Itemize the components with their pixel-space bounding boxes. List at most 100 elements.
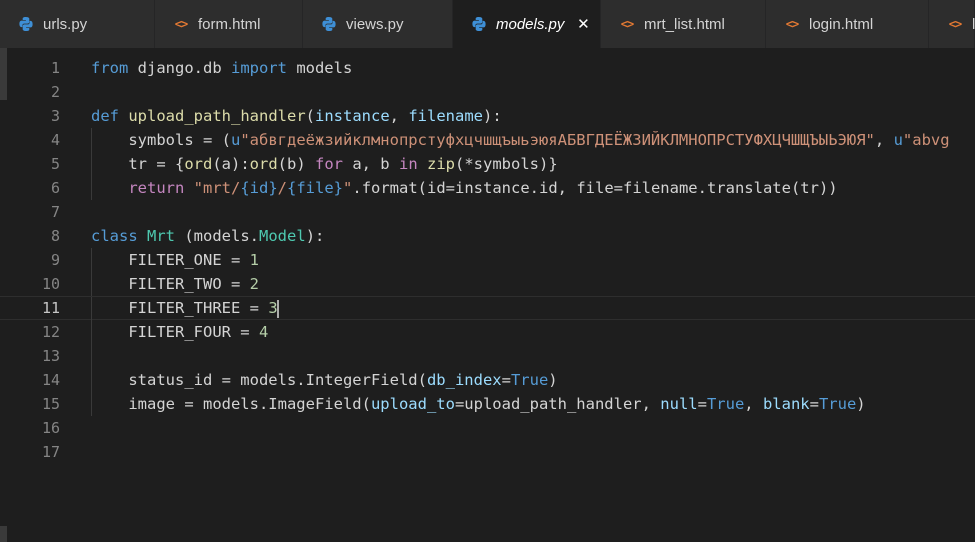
code-line[interactable]: 16 (0, 416, 975, 440)
code-line[interactable]: 5 tr = {ord(a):ord(b) for a, b in zip(*s… (0, 152, 975, 176)
code-token: in (398, 155, 418, 173)
code-token: Model (259, 227, 306, 245)
code-token: "абвгдеёжзийклмнопрстуфхцчшщъыьэюяАБВГДЕ… (240, 131, 875, 149)
code-line[interactable]: 3 def upload_path_handler(instance, filen… (0, 104, 975, 128)
code-text: FILTER_FOUR = 4 (91, 320, 268, 344)
code-text: FILTER_ONE = 1 (91, 248, 259, 272)
code-token: =upload_path_handler, (454, 395, 661, 413)
tab-login-html[interactable]: <> login.html (766, 0, 929, 48)
code-token: " (343, 179, 353, 197)
code-token: from (91, 59, 129, 77)
code-token: import (230, 59, 287, 77)
code-token: u (893, 131, 903, 149)
code-line[interactable]: 4 symbols = (u"абвгдеёжзийклмнопрстуфхцч… (0, 128, 975, 152)
tab-form-html[interactable]: <> form.html (155, 0, 303, 48)
code-token: ord (184, 155, 213, 173)
line-number: 13 (41, 347, 60, 365)
code-token: tr = { (91, 155, 185, 173)
tab-log[interactable]: <>log (929, 0, 975, 48)
code-line[interactable]: 7 (0, 200, 975, 224)
code-text: status_id = models.IntegerField(db_index… (91, 368, 558, 392)
code-line[interactable]: 11 FILTER_THREE = 3 (0, 296, 975, 321)
code-line[interactable]: 12 FILTER_FOUR = 4 (0, 320, 975, 344)
code-text: def upload_path_handler(instance, filena… (91, 104, 502, 128)
code-token: "abvg (902, 131, 950, 149)
code-line[interactable]: 14 status_id = models.IntegerField(db_in… (0, 368, 975, 392)
code-text: return "mrt/{id}/{file}".format(id=insta… (91, 176, 838, 200)
code-line[interactable]: 1 from django.db import models (0, 56, 975, 80)
code-line[interactable]: 10 FILTER_TWO = 2 (0, 272, 975, 296)
tab-label: views.py (346, 15, 404, 33)
line-number: 15 (41, 395, 60, 413)
line-number: 7 (50, 203, 60, 221)
line-number: 4 (50, 131, 60, 149)
code-text: image = models.ImageField(upload_to=uplo… (91, 392, 866, 416)
tab-label: login.html (809, 15, 874, 33)
code-token: .format(id=instance.id, file=filename.tr… (352, 179, 838, 197)
html-icon: <> (620, 17, 634, 31)
tab-label: form.html (198, 15, 261, 33)
code-token: ) (548, 371, 558, 389)
code-token: 2 (249, 275, 259, 293)
code-token: models (286, 59, 353, 77)
indent-guide (91, 344, 92, 368)
code-token: db_index (426, 371, 502, 389)
code-token: class (91, 227, 138, 245)
code-token: ) (856, 395, 866, 413)
text-cursor (276, 299, 279, 318)
tab-models-py[interactable]: models.py ✕ (453, 0, 601, 48)
code-line[interactable]: 2 (0, 80, 975, 104)
code-token: django.db (128, 59, 231, 77)
code-line[interactable]: 9 FILTER_ONE = 1 (0, 248, 975, 272)
code-token: zip (427, 155, 455, 173)
code-token: u (230, 131, 241, 149)
code-line[interactable]: 17 (0, 440, 975, 464)
code-token: filename (408, 107, 483, 125)
code-token: = (697, 395, 707, 413)
line-number: 9 (50, 251, 60, 269)
python-icon (18, 16, 34, 32)
code-token: symbols = ( (91, 131, 231, 149)
code-token: True (510, 371, 549, 389)
line-number: 11 (41, 299, 60, 317)
code-token: FILTER_THREE = (91, 299, 269, 317)
line-number: 14 (41, 371, 60, 389)
code-line[interactable]: 15 image = models.ImageField(upload_to=u… (0, 392, 975, 416)
tab-mrt-list-html[interactable]: <> mrt_list.html (601, 0, 766, 48)
code-token: null (660, 395, 698, 413)
code-token: blank (762, 395, 810, 413)
code-line[interactable]: 13 (0, 344, 975, 368)
html-icon: <> (785, 17, 799, 31)
code-line[interactable]: 6 return "mrt/{id}/{file}".format(id=ins… (0, 176, 975, 200)
code-token: ord (249, 155, 278, 173)
python-icon (471, 16, 487, 32)
code-token: 1 (249, 251, 259, 269)
line-number: 5 (50, 155, 60, 173)
code-token: instance (315, 107, 390, 125)
code-token: , (744, 395, 763, 413)
tab-urls-py[interactable]: urls.py (0, 0, 155, 48)
code-text: symbols = (u"абвгдеёжзийклмнопрстуфхцчшщ… (91, 128, 950, 152)
line-number: 16 (41, 419, 60, 437)
close-tab-icon[interactable]: ✕ (576, 15, 590, 33)
code-token: True (818, 395, 857, 413)
tab-views-py[interactable]: views.py (303, 0, 453, 48)
code-token: upload_path_handler (128, 107, 306, 125)
code-editor[interactable]: 1 from django.db import models 2 3 def uploa… (0, 48, 975, 542)
code-token: ): (482, 107, 502, 125)
code-token: = (809, 395, 819, 413)
code-line[interactable]: 8 class Mrt (models.Model): (0, 224, 975, 248)
python-icon (321, 16, 337, 32)
code-token: Mrt (147, 227, 176, 245)
tab-label: models.py (496, 15, 565, 33)
line-number: 17 (41, 443, 60, 461)
code-text: FILTER_THREE = 3 (91, 297, 279, 319)
code-token: "mrt/ (193, 179, 241, 197)
code-token: {file} (287, 179, 344, 197)
code-token: (a): (212, 155, 250, 173)
code-token: a, b (342, 155, 399, 173)
